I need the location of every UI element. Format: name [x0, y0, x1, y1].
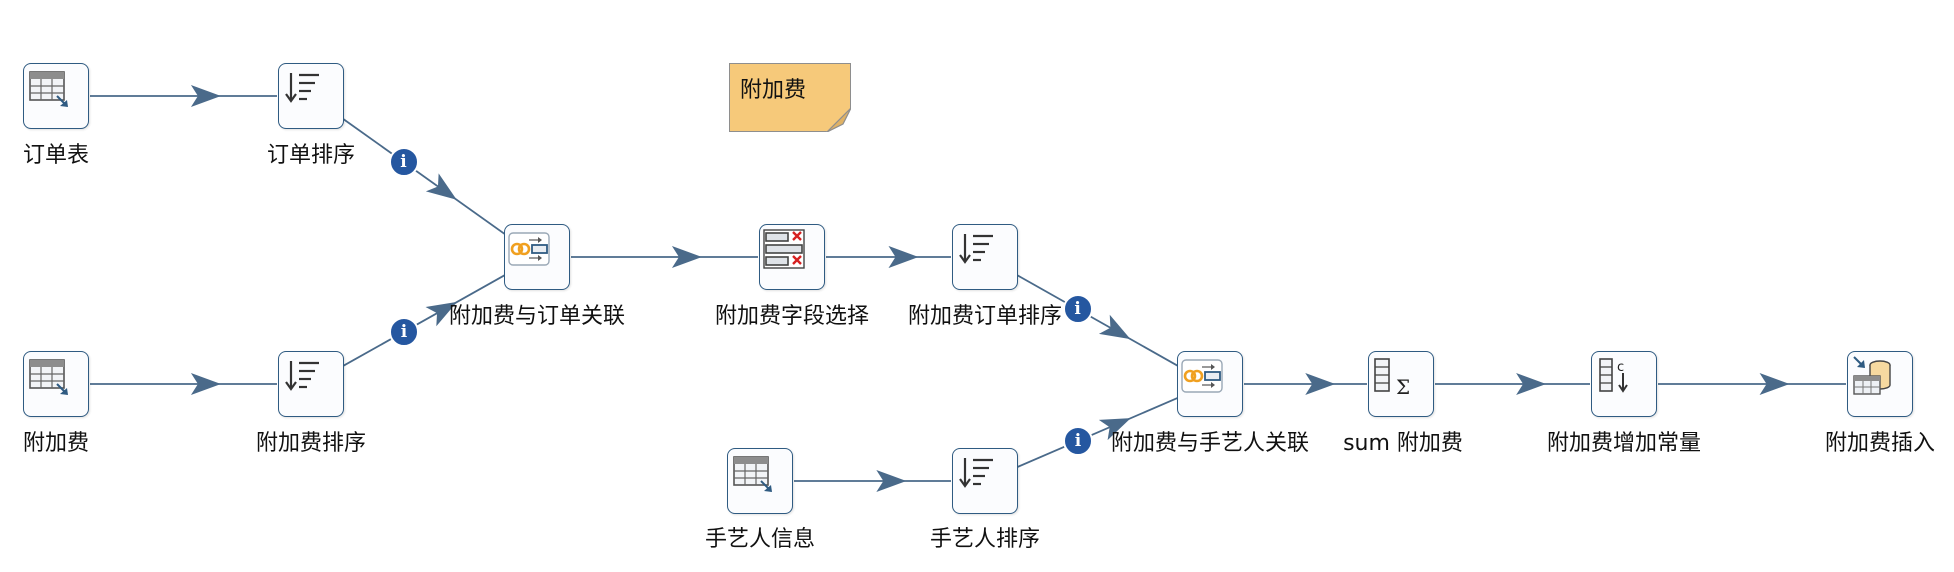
step-surcharge-order-sort-label[interactable]: 附加费订单排序: [908, 304, 1062, 330]
step-surcharge-field-select[interactable]: [759, 224, 825, 290]
transformation-canvas[interactable]: 附加费 订单表 订单排序 附加费 附加费排序 附加费与订单关联 附加费字段选择 …: [0, 0, 1954, 572]
step-surcharge-sort[interactable]: [278, 351, 344, 417]
step-surcharge-insert-label[interactable]: 附加费插入: [1825, 431, 1935, 457]
sort-rows-icon: [285, 73, 319, 103]
note-fold-corner: [827, 108, 851, 132]
step-surcharge-input-label[interactable]: 附加费: [23, 431, 89, 457]
step-sum-surcharge-label[interactable]: sum 附加费: [1343, 431, 1463, 457]
info-icon[interactable]: i: [1062, 294, 1093, 325]
step-surcharge-sort-label[interactable]: 附加费排序: [256, 431, 366, 457]
hop-s5-s6[interactable]: [571, 246, 758, 268]
merge-join-icon: [1181, 359, 1223, 393]
step-surcharge-input[interactable]: [23, 351, 89, 417]
step-add-constants[interactable]: c: [1591, 351, 1657, 417]
hop-s11-s12[interactable]: [1435, 373, 1590, 395]
step-surcharge-order-join-label[interactable]: 附加费与订单关联: [449, 304, 625, 330]
info-icon[interactable]: i: [1062, 425, 1093, 456]
table-input-icon: [29, 71, 68, 107]
hop-s8-s9[interactable]: [794, 470, 951, 492]
step-surcharge-craftsman-join[interactable]: [1177, 351, 1243, 417]
svg-text:c: c: [1617, 360, 1624, 375]
hop-s10-s11[interactable]: [1244, 373, 1367, 395]
svg-text:Σ: Σ: [1396, 375, 1410, 399]
hop-arrowhead: [1098, 314, 1131, 340]
info-icon[interactable]: i: [388, 316, 419, 347]
select-values-icon: [763, 229, 805, 269]
group-by-sum-icon: Σ: [1374, 358, 1410, 399]
step-order-table-label[interactable]: 订单表: [23, 143, 89, 169]
sort-rows-icon: [959, 458, 993, 488]
hop-s6-s7[interactable]: [826, 246, 951, 268]
sticky-note-text: 附加费: [740, 78, 807, 103]
sort-rows-icon: [959, 234, 993, 264]
table-output-icon: [1853, 356, 1891, 395]
table-input-icon: [733, 456, 772, 492]
merge-join-icon: [508, 232, 550, 266]
step-craftsman-sort[interactable]: [952, 448, 1018, 514]
info-icon[interactable]: i: [388, 146, 419, 177]
step-craftsman-info[interactable]: [727, 448, 793, 514]
step-order-sort-label[interactable]: 订单排序: [267, 143, 355, 169]
step-order-table[interactable]: [23, 63, 89, 129]
hop-arrowhead: [425, 173, 457, 200]
step-add-constants-label[interactable]: 附加费增加常量: [1547, 431, 1701, 457]
step-surcharge-order-join[interactable]: [504, 224, 570, 290]
hop-s3-s4[interactable]: [90, 373, 277, 395]
hop-s1-s2[interactable]: [90, 85, 277, 107]
step-surcharge-craftsman-join-label[interactable]: 附加费与手艺人关联: [1111, 431, 1309, 457]
step-order-sort[interactable]: [278, 63, 344, 129]
step-craftsman-sort-label[interactable]: 手艺人排序: [930, 527, 1040, 553]
step-surcharge-insert[interactable]: [1847, 351, 1913, 417]
step-sum-surcharge[interactable]: Σ: [1368, 351, 1434, 417]
step-surcharge-field-select-label[interactable]: 附加费字段选择: [715, 304, 869, 330]
table-input-icon: [29, 359, 68, 395]
step-surcharge-order-sort[interactable]: [952, 224, 1018, 290]
add-constants-icon: c: [1599, 358, 1628, 393]
hop-s2-s5[interactable]: [338, 114, 510, 239]
sort-rows-icon: [285, 361, 319, 391]
step-craftsman-info-label[interactable]: 手艺人信息: [705, 527, 815, 553]
hop-s12-s13[interactable]: [1658, 373, 1846, 395]
